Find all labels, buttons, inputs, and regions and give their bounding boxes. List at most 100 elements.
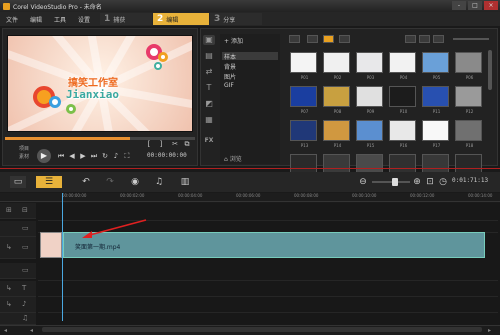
- step-edit[interactable]: 2 编辑: [153, 13, 209, 25]
- thumbnail-label: P06: [465, 75, 474, 80]
- copy-icon[interactable]: ⧉: [183, 140, 191, 148]
- mode-project[interactable]: 项目: [19, 145, 29, 152]
- library-thumbnail[interactable]: P11: [422, 86, 449, 114]
- visibility-icon[interactable]: ↳: [6, 300, 12, 308]
- category-item[interactable]: 图片: [222, 72, 278, 81]
- record-capture-icon[interactable]: ◉: [128, 176, 142, 188]
- add-folder-button[interactable]: + 添加: [224, 36, 243, 45]
- fit-project-icon[interactable]: ⊡: [425, 176, 435, 188]
- media-icon[interactable]: ▣: [203, 35, 215, 45]
- track-row[interactable]: [38, 297, 498, 313]
- library-thumbnail[interactable]: P03: [356, 52, 383, 80]
- timeline-view-icon[interactable]: ☰: [36, 176, 62, 188]
- mode-clip[interactable]: 素材: [19, 153, 29, 160]
- graphic-icon[interactable]: ◩: [203, 99, 215, 109]
- step-edit-label: 编辑: [166, 16, 179, 24]
- fullscreen-icon[interactable]: ⛶: [123, 152, 131, 160]
- preview-subtitle-text: Jianxiao: [66, 88, 119, 101]
- thumbnail-label: P17: [432, 143, 441, 148]
- redo-icon[interactable]: ↷: [104, 176, 116, 188]
- library-thumbnail[interactable]: P12: [455, 86, 482, 114]
- library-thumbnail[interactable]: P18: [455, 120, 482, 148]
- library-thumbnail[interactable]: P16: [389, 120, 416, 148]
- play-button[interactable]: ▶: [37, 149, 51, 163]
- close-button[interactable]: ×: [484, 1, 498, 10]
- fx-icon[interactable]: FX: [203, 137, 215, 147]
- library-thumbnail[interactable]: P02: [323, 52, 350, 80]
- timeline-ruler[interactable]: 00:00:00:00 00:00:02:00 00:00:04:00 00:00:0…: [0, 193, 500, 202]
- import-folder-icon[interactable]: [289, 35, 300, 43]
- preview-scrubber[interactable]: [5, 137, 195, 140]
- zoom-slider[interactable]: [372, 178, 410, 186]
- scroll-left-arrow-icon[interactable]: ◂: [30, 327, 33, 334]
- playhead[interactable]: [62, 193, 63, 321]
- auto-music-icon[interactable]: ▥: [178, 176, 192, 188]
- transition-icon[interactable]: ⇄: [203, 67, 215, 77]
- thumb-size-slider[interactable]: [453, 38, 489, 40]
- menu-file[interactable]: 文件: [6, 15, 18, 24]
- maximize-button[interactable]: □: [468, 1, 482, 10]
- annotation-arrow: [82, 219, 147, 238]
- browse-button[interactable]: ⌂ 浏览: [224, 154, 242, 163]
- library-thumbnail[interactable]: P07: [290, 86, 317, 114]
- timecode[interactable]: 00:00:00:00: [147, 152, 187, 159]
- library-thumbnail[interactable]: P17: [422, 120, 449, 148]
- track-lock-icon[interactable]: ⊟: [22, 206, 28, 214]
- step-share[interactable]: 3 分享: [210, 13, 262, 25]
- next-frame-icon[interactable]: ▶: [79, 152, 87, 160]
- category-item[interactable]: 背景: [222, 62, 278, 71]
- zoom-in-icon[interactable]: ⊕: [412, 176, 422, 188]
- library-thumbnail[interactable]: P15: [356, 120, 383, 148]
- sort-icon[interactable]: [433, 35, 444, 43]
- library-thumbnail[interactable]: P01: [290, 52, 317, 80]
- menu-tools[interactable]: 工具: [54, 15, 66, 24]
- show-photo-icon[interactable]: [323, 35, 334, 43]
- menu-settings[interactable]: 设置: [78, 15, 90, 24]
- zoom-out-icon[interactable]: ⊖: [358, 176, 368, 188]
- timeline-scrollbar[interactable]: [42, 327, 482, 332]
- undo-icon[interactable]: ↶: [80, 176, 92, 188]
- library-thumbnail[interactable]: P13: [290, 120, 317, 148]
- track-row[interactable]: [38, 281, 498, 297]
- library-thumbnail[interactable]: P10: [389, 86, 416, 114]
- volume-icon[interactable]: ♪: [112, 152, 120, 160]
- go-start-icon[interactable]: ⏮: [57, 152, 65, 160]
- minimize-button[interactable]: -: [452, 1, 466, 10]
- storyboard-view-icon[interactable]: ▭: [10, 176, 26, 188]
- thumb-view-icon[interactable]: [419, 35, 430, 43]
- visibility-icon[interactable]: ↳: [6, 243, 12, 251]
- preview-window[interactable]: 搞笑工作室 Jianxiao: [7, 35, 193, 132]
- track-manager-icon[interactable]: ⊞: [6, 206, 12, 214]
- track-header: ⊞ ⊟: [0, 203, 36, 219]
- repeat-icon[interactable]: ↻: [101, 152, 109, 160]
- mark-in-icon[interactable]: [: [145, 140, 153, 148]
- step-capture[interactable]: 1 捕获: [100, 13, 152, 25]
- scroll-left-icon[interactable]: ◂: [4, 327, 7, 334]
- library-thumbnail[interactable]: P04: [389, 52, 416, 80]
- library-scrollbar[interactable]: [488, 50, 492, 90]
- filter-icon[interactable]: ▦: [203, 115, 215, 125]
- track-row[interactable]: [38, 263, 498, 281]
- instant-project-icon[interactable]: ▤: [203, 51, 215, 61]
- category-item[interactable]: GIF: [222, 82, 278, 90]
- list-view-icon[interactable]: [405, 35, 416, 43]
- clip-thumbnail[interactable]: [40, 232, 62, 258]
- title-icon[interactable]: T: [203, 83, 215, 93]
- title-track-icon: T: [22, 284, 27, 292]
- library-thumbnail[interactable]: P06: [455, 52, 482, 80]
- scroll-right-icon[interactable]: ▸: [488, 327, 491, 334]
- mark-out-icon[interactable]: ]: [157, 140, 165, 148]
- library-thumbnail[interactable]: P14: [323, 120, 350, 148]
- prev-frame-icon[interactable]: ◀: [68, 152, 76, 160]
- library-thumbnail[interactable]: P08: [323, 86, 350, 114]
- cut-icon[interactable]: ✂: [171, 140, 179, 148]
- sound-mixer-icon[interactable]: ♫: [152, 176, 166, 188]
- visibility-icon[interactable]: ↳: [6, 284, 12, 292]
- library-thumbnail[interactable]: P05: [422, 52, 449, 80]
- show-audio-icon[interactable]: [339, 35, 350, 43]
- go-end-icon[interactable]: ⏭: [90, 152, 98, 160]
- library-thumbnail[interactable]: P09: [356, 86, 383, 114]
- show-video-icon[interactable]: [307, 35, 318, 43]
- menu-edit[interactable]: 编辑: [30, 15, 42, 24]
- category-item[interactable]: 样本: [222, 52, 278, 61]
